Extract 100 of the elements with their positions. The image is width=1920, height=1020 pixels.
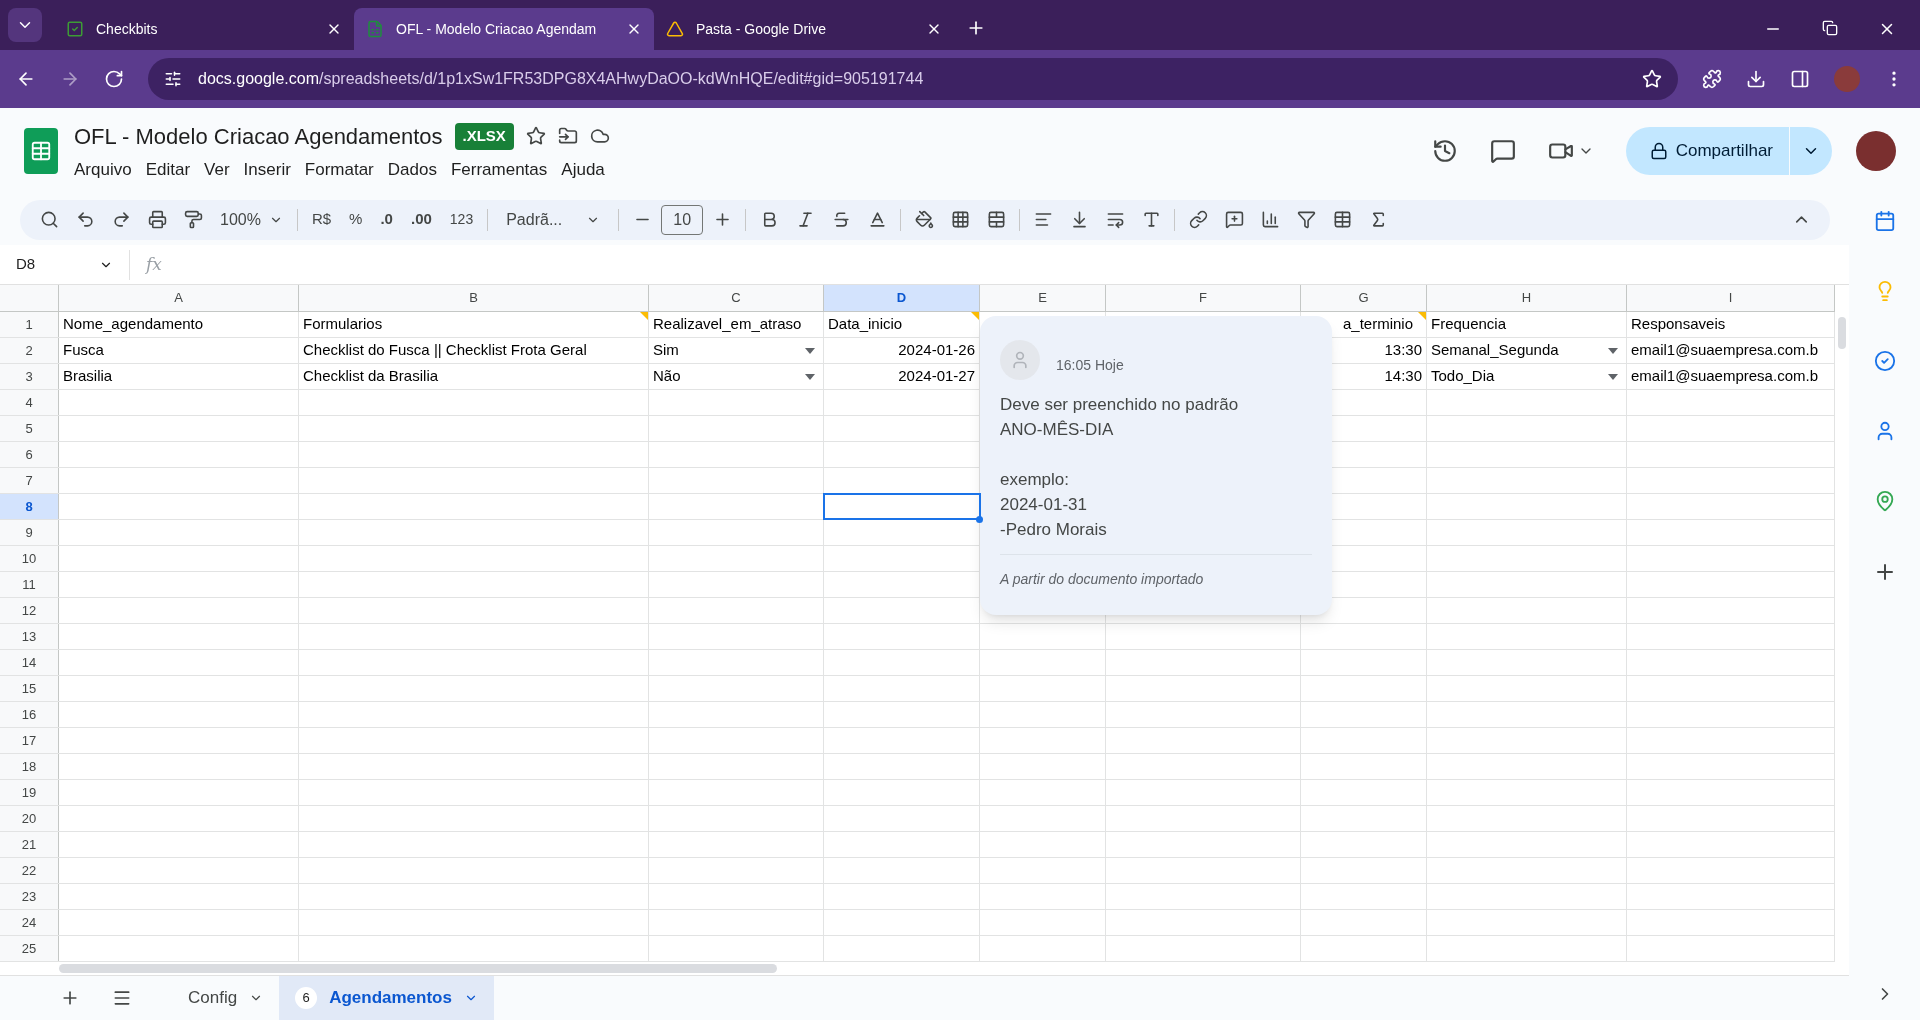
decrease-decimals-button[interactable]: .0 xyxy=(372,208,401,231)
dropdown-cell[interactable]: Todo_Dia xyxy=(1427,364,1626,389)
browser-tab[interactable]: OFL - Modelo Criacao Agendam xyxy=(354,8,654,50)
row-header[interactable]: 4 xyxy=(0,390,59,415)
column-header[interactable]: D xyxy=(824,285,980,311)
row-header[interactable]: 1 xyxy=(0,312,59,337)
bookmark-icon[interactable] xyxy=(1642,69,1662,89)
name-box[interactable]: D8 xyxy=(0,249,130,280)
fill-handle[interactable] xyxy=(976,516,983,523)
star-icon[interactable] xyxy=(525,126,546,147)
row-header[interactable]: 13 xyxy=(0,624,59,649)
column-header[interactable]: I xyxy=(1627,285,1835,311)
row-header[interactable]: 12 xyxy=(0,598,59,623)
sheet-tab[interactable]: Config xyxy=(172,976,280,1020)
column-header[interactable]: H xyxy=(1427,285,1627,311)
comment-text: Deve ser preenchido no padrão ANO-MÊS-DIA exemplo: 2024-01-31 -Pedro Morais xyxy=(1000,394,1240,541)
row-header[interactable]: 18 xyxy=(0,754,59,779)
row-header[interactable]: 16 xyxy=(0,702,59,727)
row-header[interactable]: 17 xyxy=(0,728,59,753)
menu-item[interactable]: Ajuda xyxy=(561,156,605,183)
tab-title: Pasta - Google Drive xyxy=(696,19,827,39)
dropdown-cell[interactable]: Sim xyxy=(649,338,823,363)
comment-time: 16:05 Hoje xyxy=(1056,356,1124,375)
browser-tab[interactable]: Pasta - Google Drive xyxy=(654,8,954,50)
comments-icon[interactable] xyxy=(1489,138,1516,164)
calendar-icon[interactable] xyxy=(1873,210,1896,232)
reload-icon[interactable] xyxy=(104,69,124,89)
menu-item[interactable]: Editar xyxy=(145,156,191,183)
url-text: docs.google.com/spreadsheets/d/1p1xSw1FR53DPG8X4AHwyDaOO-kdWnHQE/edit#gid=905191744 xyxy=(198,69,925,89)
row-header[interactable]: 2 xyxy=(0,338,59,363)
menu-item[interactable]: Arquivo xyxy=(74,156,132,183)
site-info-icon[interactable] xyxy=(164,70,182,88)
column-header[interactable]: E xyxy=(980,285,1106,311)
dropdown-cell[interactable]: Não xyxy=(649,364,823,389)
column-header[interactable]: G xyxy=(1301,285,1427,311)
table-cell-text: Data_inicio xyxy=(827,314,904,335)
menu-item[interactable]: Inserir xyxy=(243,156,291,183)
sheets-logo-icon[interactable] xyxy=(24,128,58,174)
menu-item[interactable]: Dados xyxy=(387,156,437,183)
number-format-button[interactable]: 123 xyxy=(441,209,482,230)
side-panel-icon[interactable] xyxy=(1790,69,1810,89)
row-header[interactable]: 24 xyxy=(0,910,59,935)
row-header[interactable]: 8 xyxy=(0,494,59,519)
row-header[interactable]: 10 xyxy=(0,546,59,571)
comment-source: A partir do documento importado xyxy=(1000,571,1204,587)
horizontal-scrollbar[interactable] xyxy=(59,964,777,973)
restore-icon[interactable] xyxy=(1822,20,1838,36)
row-header[interactable]: 25 xyxy=(0,936,59,961)
table-cell-text: Checklist do Fusca || Checklist Frota Geral xyxy=(302,340,588,361)
menu-item[interactable]: Ferramentas xyxy=(450,156,548,183)
row-header[interactable]: 22 xyxy=(0,858,59,883)
move-folder-icon[interactable] xyxy=(557,126,578,147)
column-header[interactable]: B xyxy=(299,285,649,311)
checkbox-icon xyxy=(66,20,84,38)
zoom-select[interactable]: 100% xyxy=(212,207,291,232)
table-cell-text: 2024-01-26 xyxy=(897,340,976,361)
row-header[interactable]: 21 xyxy=(0,832,59,857)
font-size-field[interactable]: 10 xyxy=(661,204,704,235)
row-header[interactable]: 15 xyxy=(0,676,59,701)
table-cell-text: a_terminio xyxy=(1341,314,1414,335)
row-header[interactable]: 3 xyxy=(0,364,59,389)
tab-search-button[interactable] xyxy=(8,8,42,42)
row-header[interactable]: 9 xyxy=(0,520,59,545)
font-select[interactable]: Padrã... xyxy=(494,207,613,232)
percent-format-button[interactable]: % xyxy=(341,208,371,231)
currency-format-button[interactable]: R$ xyxy=(303,208,340,231)
vertical-scrollbar[interactable] xyxy=(1838,317,1846,349)
dropdown-cell[interactable]: Semanal_Segunda xyxy=(1427,338,1626,363)
row-header[interactable]: 5 xyxy=(0,416,59,441)
menu-item[interactable]: Ver xyxy=(204,156,230,183)
increase-decimals-button[interactable]: .00 xyxy=(402,208,440,231)
browser-tab[interactable]: Checkbits xyxy=(54,8,354,50)
row-header[interactable]: 20 xyxy=(0,806,59,831)
table-cell-text: Fusca xyxy=(62,340,105,361)
tab-title: OFL - Modelo Criacao Agendam xyxy=(396,19,598,39)
document-title[interactable]: OFL - Modelo Criacao Agendamentos xyxy=(74,119,443,153)
table-cell-text: email1@suaempresa.com.b xyxy=(1630,366,1819,387)
menu-item[interactable]: Formatar xyxy=(304,156,374,183)
spreadsheet-icon xyxy=(366,20,384,38)
table-cell-text: 2024-01-27 xyxy=(897,366,976,387)
column-header[interactable]: A xyxy=(59,285,299,311)
extensions-icon[interactable] xyxy=(1702,69,1722,89)
history-icon[interactable] xyxy=(1431,138,1458,164)
row-header[interactable]: 6 xyxy=(0,442,59,467)
account-avatar[interactable] xyxy=(1856,131,1896,171)
row-header[interactable]: 11 xyxy=(0,572,59,597)
row-header[interactable]: 23 xyxy=(0,884,59,909)
table-cell-text: Responsaveis xyxy=(1630,314,1727,335)
address-bar[interactable]: docs.google.com/spreadsheets/d/1p1xSw1FR53DPG8X4AHwyDaOO-kdWnHQE/edit#gid=905191744 xyxy=(148,58,1678,100)
tasks-icon[interactable] xyxy=(1873,350,1896,372)
row-header[interactable]: 7 xyxy=(0,468,59,493)
sheet-tab[interactable]: 6 Agendamentos xyxy=(279,976,494,1020)
column-header[interactable]: F xyxy=(1106,285,1301,311)
table-cell-text: email1@suaempresa.com.b xyxy=(1630,340,1819,361)
table-cell-text: 14:30 xyxy=(1383,366,1423,387)
all-sheets-icon[interactable] xyxy=(112,988,132,1008)
row-header[interactable]: 19 xyxy=(0,780,59,805)
table-cell-text: Realizavel_em_atraso xyxy=(652,314,803,335)
download-icon[interactable] xyxy=(1746,69,1766,89)
row-header[interactable]: 14 xyxy=(0,650,59,675)
